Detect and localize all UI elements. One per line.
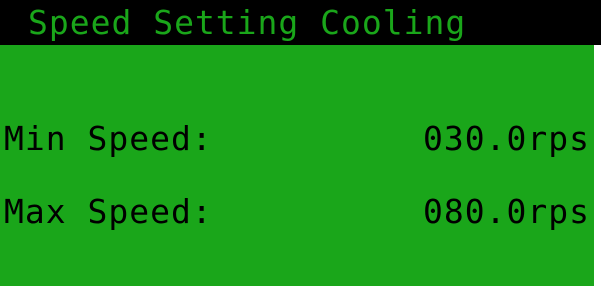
- screen-title: Speed Setting Cooling: [0, 0, 601, 45]
- min-speed-label: Min Speed:: [4, 119, 213, 158]
- max-speed-row[interactable]: Max Speed: 080.0rps: [0, 187, 594, 237]
- lcd-display: Speed Setting Cooling Min Speed: 030.0rp…: [0, 0, 601, 294]
- max-speed-label: Max Speed:: [4, 192, 213, 231]
- max-speed-value[interactable]: 080.0rps: [423, 187, 590, 237]
- lcd-screen: Min Speed: 030.0rps Max Speed: 080.0rps: [0, 45, 594, 286]
- min-speed-value[interactable]: 030.0rps: [423, 114, 590, 164]
- min-speed-row[interactable]: Min Speed: 030.0rps: [0, 114, 594, 164]
